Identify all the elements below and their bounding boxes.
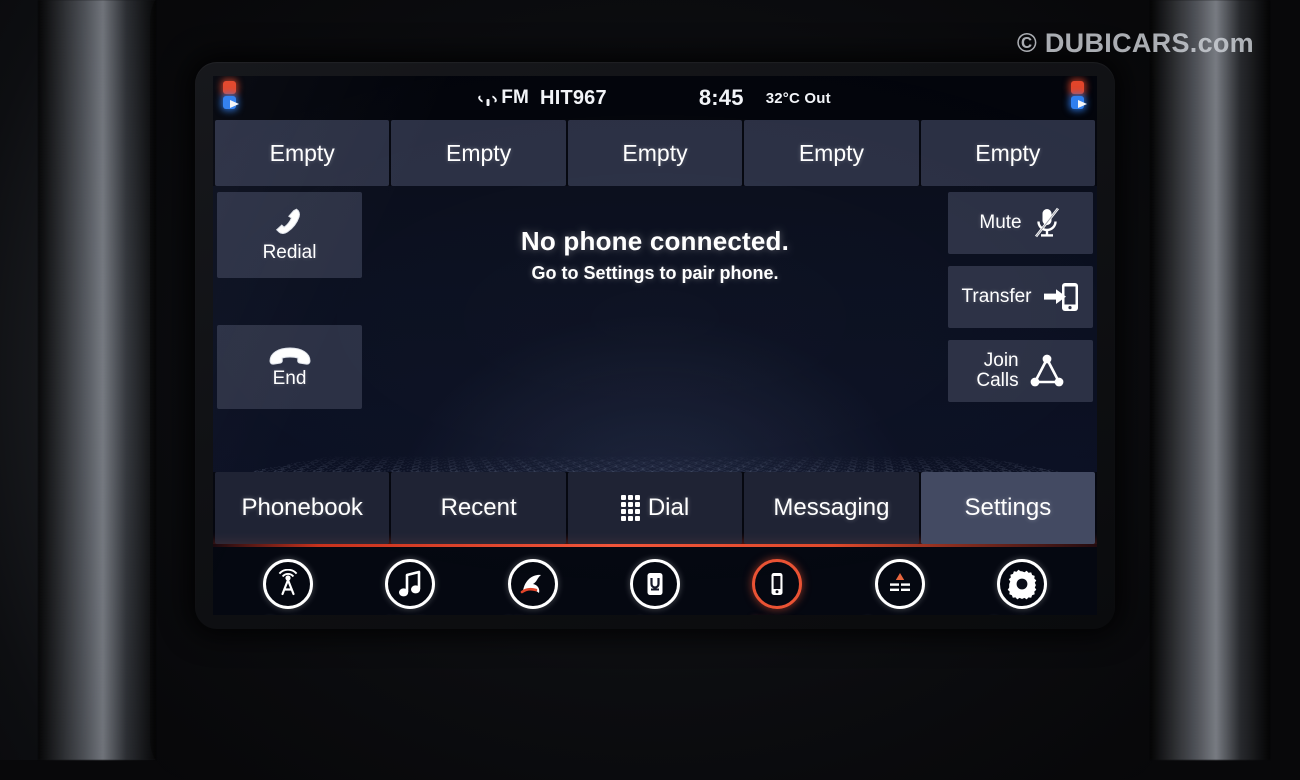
transfer-button[interactable]: Transfer (948, 266, 1093, 328)
tab-settings[interactable]: Settings (920, 472, 1096, 544)
tab-recent-label: Recent (440, 494, 517, 521)
watermark: © DUBICARS.com (1016, 28, 1254, 58)
nav-climate-label: Climate (502, 614, 563, 615)
mute-button[interactable]: Mute (948, 192, 1093, 254)
phone-tab-row: Phonebook Recent Dial Messaging Settings (213, 472, 1097, 544)
status-bar-center: FM HIT967 8:45 32°C Out (213, 76, 1097, 120)
indicator-red-icon (1071, 81, 1084, 94)
nav-item-media[interactable]: Media (349, 559, 471, 615)
broadcast-wave-icon (477, 91, 499, 106)
phone-main-area: Redial End No phone connected. Go to Set… (213, 186, 1097, 472)
apps-icon (629, 559, 680, 609)
tab-dial-label: Dial (647, 494, 690, 521)
nav-item-phone[interactable]: Phone (716, 559, 838, 615)
end-call-button[interactable]: End (217, 325, 362, 409)
message-primary: No phone connected. (520, 226, 790, 256)
preset-button-3[interactable]: Empty (567, 120, 743, 186)
microphone-muted-icon (1032, 206, 1062, 240)
status-indicator-right (1071, 81, 1087, 113)
preset-button-5[interactable]: Empty (920, 120, 1096, 186)
mute-label: Mute (979, 212, 1022, 234)
join-calls-label-line1: Join (983, 350, 1019, 372)
compass-icon (874, 559, 925, 609)
nav-compass-label: Compass (861, 614, 938, 615)
nav-item-settings[interactable]: Settings (961, 559, 1083, 615)
redial-label: Redial (262, 242, 317, 263)
tab-recent[interactable]: Recent (391, 472, 566, 544)
nav-radio-label: Radio (265, 614, 312, 615)
tab-dial[interactable]: Dial (567, 472, 743, 544)
phone-status-message: No phone connected. Go to Settings to pa… (383, 226, 927, 284)
join-calls-label: Join Calls (976, 351, 1018, 391)
redial-button[interactable]: Redial (217, 192, 362, 278)
radio-tower-icon (263, 559, 314, 609)
right-button-column: Mute Transfer Join Calls (948, 186, 1093, 402)
tab-messaging[interactable]: Messaging (744, 472, 919, 544)
tab-phonebook[interactable]: Phonebook (215, 472, 390, 544)
join-calls-button[interactable]: Join Calls (948, 340, 1093, 402)
climate-fan-icon (507, 559, 558, 609)
preset-row: Empty Empty Empty Empty Empty (213, 120, 1097, 186)
phone-hangup-icon (267, 344, 313, 366)
radio-band-label: FM (501, 87, 530, 108)
clock-label: 8:45 (698, 85, 744, 110)
gear-icon (996, 559, 1047, 609)
bottom-navigation-bar: Radio Media Climate (213, 547, 1097, 615)
radio-station-label: HIT967 (540, 86, 607, 109)
join-calls-icon (1029, 354, 1065, 388)
left-button-column: Redial End (217, 186, 362, 409)
message-secondary: Go to Settings to pair phone. (531, 263, 779, 283)
infotainment-screen: FM HIT967 8:45 32°C Out Empty Empty Empt… (213, 76, 1097, 615)
preset-button-2[interactable]: Empty (391, 120, 566, 186)
nav-phone-label: Phone (751, 614, 803, 615)
outside-temperature-label: 32°C Out (765, 89, 831, 107)
indicator-blue-icon (1071, 96, 1087, 109)
preset-button-4[interactable]: Empty (744, 120, 919, 186)
end-call-label: End (272, 368, 307, 389)
nav-apps-label: Apps (634, 614, 677, 615)
nav-media-label: Media (386, 614, 434, 615)
nav-item-radio[interactable]: Radio (227, 559, 349, 615)
phone-handset-icon (271, 206, 309, 240)
status-bar: FM HIT967 8:45 32°C Out (213, 76, 1097, 120)
preset-button-1[interactable]: Empty (215, 120, 390, 186)
nav-item-apps[interactable]: Apps (594, 559, 716, 615)
keypad-icon (620, 495, 640, 521)
trim-strip-left (38, 0, 156, 760)
nav-item-climate[interactable]: Climate (472, 559, 594, 615)
transfer-label: Transfer (961, 286, 1032, 308)
phone-device-icon (752, 559, 803, 609)
trim-strip-right (1150, 0, 1270, 760)
join-calls-label-line2: Calls (976, 370, 1019, 391)
tab-messaging-label: Messaging (773, 494, 890, 521)
tab-settings-label: Settings (964, 494, 1052, 521)
music-note-icon (385, 559, 436, 609)
audio-source-group: FM HIT967 (477, 86, 607, 110)
honeycomb-glow (395, 312, 915, 472)
nav-settings-label: Settings (988, 614, 1055, 615)
transfer-to-phone-icon (1042, 281, 1080, 313)
tab-phonebook-label: Phonebook (241, 494, 363, 521)
nav-item-compass[interactable]: Compass (838, 559, 960, 615)
